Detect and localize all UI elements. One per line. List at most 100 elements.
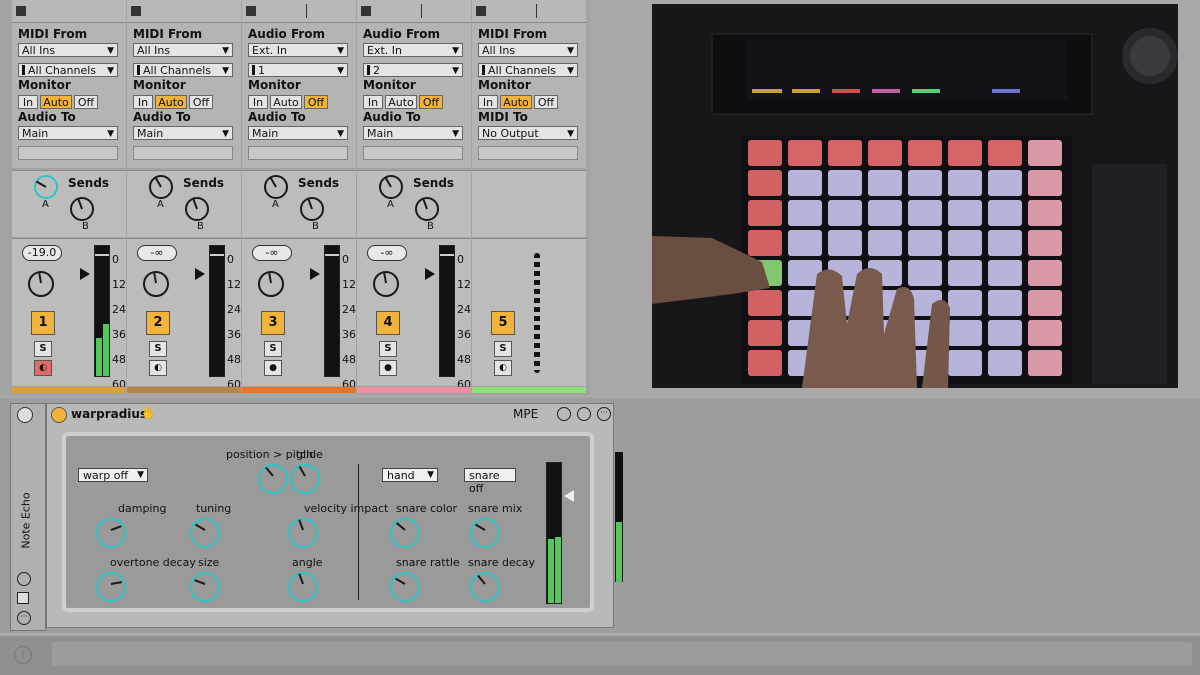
send-a-knob[interactable]	[264, 175, 288, 199]
track-activator[interactable]: 5	[491, 311, 515, 335]
monitor-auto-button[interactable]: Auto	[500, 95, 532, 109]
volume-value[interactable]: -∞	[137, 245, 177, 261]
volume-pointer[interactable]	[425, 268, 435, 280]
output-sub-bar[interactable]	[363, 146, 463, 160]
volume-pointer[interactable]	[80, 268, 90, 280]
volume-pointer[interactable]	[310, 268, 320, 280]
input-source-dropdown[interactable]: All Ins ▼	[18, 43, 118, 57]
pan-knob[interactable]	[258, 271, 284, 297]
hand-dropdown[interactable]: hand ▼	[382, 468, 438, 482]
output-sub-bar[interactable]	[478, 146, 578, 160]
solo-button[interactable]: S	[264, 341, 282, 357]
chain-power-button[interactable]	[17, 407, 33, 423]
output-dropdown[interactable]: Main ▼	[248, 126, 348, 140]
send-a-knob[interactable]	[379, 175, 403, 199]
info-icon[interactable]: i	[14, 646, 32, 664]
output-dropdown[interactable]: Main ▼	[363, 126, 463, 140]
save-icon[interactable]	[17, 592, 29, 604]
monitor-off-button[interactable]: Off	[534, 95, 558, 109]
track-activator[interactable]: 4	[376, 311, 400, 335]
device-settings-icon[interactable]	[557, 407, 571, 421]
snare-mix-knob[interactable]	[470, 518, 500, 548]
damping-knob[interactable]	[96, 518, 126, 548]
monitor-in-button[interactable]: In	[133, 95, 153, 109]
pan-knob[interactable]	[28, 271, 54, 297]
send-b-knob[interactable]	[300, 197, 324, 221]
snare-toggle[interactable]: snare off	[464, 468, 516, 495]
output-sub-bar[interactable]	[18, 146, 118, 160]
velocity-impact-knob[interactable]	[288, 518, 318, 548]
input-source-dropdown[interactable]: All Ins ▼	[478, 43, 578, 57]
overtone-decay-knob[interactable]	[96, 572, 126, 602]
size-knob[interactable]	[190, 572, 220, 602]
output-dropdown[interactable]: Main ▼	[133, 126, 233, 140]
monitor-in-button[interactable]: In	[478, 95, 498, 109]
snare-color-knob[interactable]	[390, 518, 420, 548]
input-channel-dropdown[interactable]: All Channels ▼	[133, 63, 233, 77]
warp-dropdown[interactable]: warp off ▼	[78, 468, 148, 482]
settings-icon[interactable]	[17, 572, 31, 586]
volume-value[interactable]: -∞	[367, 245, 407, 261]
angle-knob[interactable]	[288, 572, 318, 602]
monitor-off-button[interactable]: Off	[74, 95, 98, 109]
input-channel-dropdown[interactable]: All Channels ▼	[478, 63, 578, 77]
pan-knob[interactable]	[143, 271, 169, 297]
snare-rattle-knob[interactable]	[390, 572, 420, 602]
snare-decay-knob[interactable]	[470, 572, 500, 602]
volume-value[interactable]: -19.0	[22, 245, 62, 261]
input-source-dropdown[interactable]: All Ins ▼	[133, 43, 233, 57]
device-more-icon[interactable]: ···	[597, 407, 611, 421]
input-source-dropdown[interactable]: Ext. In ▼	[248, 43, 348, 57]
send-a-knob[interactable]	[34, 175, 58, 199]
monitor-auto-button[interactable]: Auto	[40, 95, 72, 109]
solo-button[interactable]: S	[34, 341, 52, 357]
solo-button[interactable]: S	[379, 341, 397, 357]
send-b-knob[interactable]	[415, 197, 439, 221]
more-icon[interactable]: ···	[17, 611, 31, 625]
position-pitch-knob[interactable]	[258, 464, 288, 494]
monitor-auto-button[interactable]: Auto	[385, 95, 417, 109]
monitor-in-button[interactable]: In	[248, 95, 268, 109]
monitor-off-button[interactable]: Off	[304, 95, 328, 109]
monitor-in-button[interactable]: In	[18, 95, 38, 109]
tuning-knob[interactable]	[190, 518, 220, 548]
arm-button[interactable]: ●	[379, 360, 397, 376]
glide-knob[interactable]	[290, 464, 320, 494]
monitor-off-button[interactable]: Off	[189, 95, 213, 109]
send-b-knob[interactable]	[185, 197, 209, 221]
monitor-auto-button[interactable]: Auto	[270, 95, 302, 109]
track-header[interactable]	[472, 0, 586, 23]
track-header[interactable]	[127, 0, 241, 23]
track-header[interactable]	[12, 0, 126, 23]
volume-value[interactable]: -∞	[252, 245, 292, 261]
input-channel-dropdown[interactable]: All Channels ▼	[18, 63, 118, 77]
send-b-knob[interactable]	[70, 197, 94, 221]
track-activator[interactable]: 1	[31, 311, 55, 335]
monitor-auto-button[interactable]: Auto	[155, 95, 187, 109]
track-header[interactable]	[357, 0, 471, 23]
input-channel-dropdown[interactable]: 1 ▼	[248, 63, 348, 77]
monitor-off-button[interactable]: Off	[419, 95, 443, 109]
input-channel-dropdown[interactable]: 2 ▼	[363, 63, 463, 77]
arm-button[interactable]: ◐	[34, 360, 52, 376]
solo-button[interactable]: S	[149, 341, 167, 357]
track-activator[interactable]: 2	[146, 311, 170, 335]
device-title[interactable]: warpradius	[71, 407, 147, 421]
track-activator[interactable]: 3	[261, 311, 285, 335]
device-power-button[interactable]	[51, 407, 67, 423]
solo-button[interactable]: S	[494, 341, 512, 357]
send-a-knob[interactable]	[149, 175, 173, 199]
monitor-in-button[interactable]: In	[363, 95, 383, 109]
device-meter-pointer[interactable]	[564, 490, 574, 502]
input-source-dropdown[interactable]: Ext. In ▼	[363, 43, 463, 57]
output-sub-bar[interactable]	[133, 146, 233, 160]
device-save-icon[interactable]	[577, 407, 591, 421]
arm-button[interactable]: ●	[264, 360, 282, 376]
arm-button[interactable]: ◐	[149, 360, 167, 376]
pan-knob[interactable]	[373, 271, 399, 297]
track-header[interactable]	[242, 0, 356, 23]
output-sub-bar[interactable]	[248, 146, 348, 160]
volume-pointer[interactable]	[195, 268, 205, 280]
output-dropdown[interactable]: No Output ▼	[478, 126, 578, 140]
output-dropdown[interactable]: Main ▼	[18, 126, 118, 140]
